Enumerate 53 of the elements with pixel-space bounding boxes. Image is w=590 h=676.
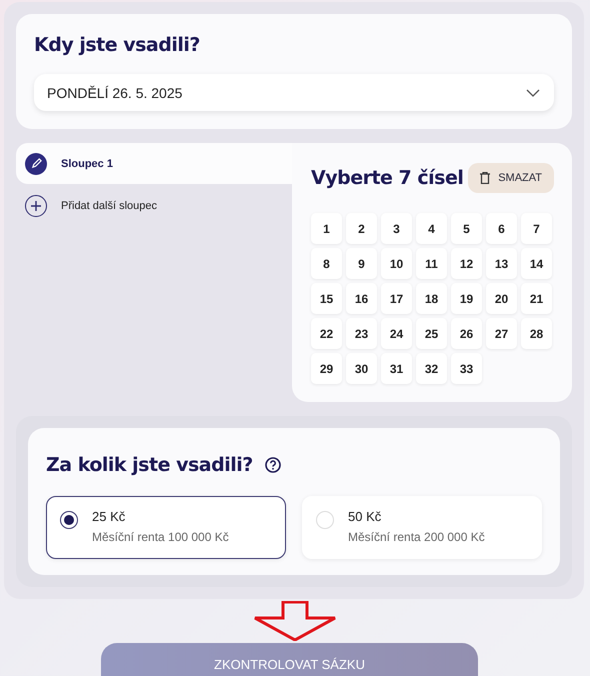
plus-icon <box>25 195 47 217</box>
section-title: Vyberte 7 čísel <box>311 167 464 189</box>
number-tile[interactable]: 32 <box>416 353 447 384</box>
number-tile[interactable]: 21 <box>521 283 552 314</box>
pencil-icon <box>25 152 47 174</box>
number-tile[interactable]: 33 <box>451 353 482 384</box>
stake-amount: 25 Kč <box>92 509 126 524</box>
arrow-down-icon <box>253 601 337 641</box>
number-tile[interactable]: 4 <box>416 213 447 244</box>
number-tile[interactable]: 12 <box>451 248 482 279</box>
number-tile[interactable]: 17 <box>381 283 412 314</box>
chevron-down-icon <box>526 88 540 96</box>
stake-option[interactable]: 50 Kč Měsíční renta 200 000 Kč <box>302 496 542 559</box>
date-select[interactable]: PONDĚLÍ 26. 5. 2025 <box>34 74 554 111</box>
section-title: Za kolik jste vsadili? <box>46 454 253 476</box>
number-tile[interactable]: 24 <box>381 318 412 349</box>
clear-button[interactable]: SMAZAT <box>468 163 554 193</box>
number-tile[interactable]: 14 <box>521 248 552 279</box>
add-column-button[interactable]: Přidat další sloupec <box>16 184 292 228</box>
radio-button[interactable] <box>60 511 78 529</box>
number-tile[interactable]: 1 <box>311 213 342 244</box>
number-tile[interactable]: 2 <box>346 213 377 244</box>
column-tab[interactable]: Sloupec 1 <box>16 143 292 184</box>
number-tile[interactable]: 30 <box>346 353 377 384</box>
stake-description: Měsíční renta 200 000 Kč <box>348 530 485 544</box>
stake-description: Měsíční renta 100 000 Kč <box>92 530 229 544</box>
number-tile[interactable]: 15 <box>311 283 342 314</box>
number-tile[interactable]: 31 <box>381 353 412 384</box>
number-tile[interactable]: 10 <box>381 248 412 279</box>
number-tile[interactable]: 9 <box>346 248 377 279</box>
number-tile[interactable]: 22 <box>311 318 342 349</box>
number-tile[interactable]: 8 <box>311 248 342 279</box>
number-tile[interactable]: 16 <box>346 283 377 314</box>
number-tile[interactable]: 26 <box>451 318 482 349</box>
stake-amount: 50 Kč <box>348 509 382 524</box>
number-tile[interactable]: 7 <box>521 213 552 244</box>
number-tile[interactable]: 3 <box>381 213 412 244</box>
number-tile[interactable]: 29 <box>311 353 342 384</box>
number-tile[interactable]: 18 <box>416 283 447 314</box>
section-title: Kdy jste vsadili? <box>34 34 201 56</box>
number-tile[interactable]: 20 <box>486 283 517 314</box>
help-icon[interactable] <box>264 457 281 473</box>
number-tile[interactable]: 13 <box>486 248 517 279</box>
number-tile[interactable]: 5 <box>451 213 482 244</box>
number-tile[interactable]: 23 <box>346 318 377 349</box>
number-tile[interactable]: 25 <box>416 318 447 349</box>
number-tile[interactable]: 19 <box>451 283 482 314</box>
number-tile[interactable]: 6 <box>486 213 517 244</box>
number-tile[interactable]: 28 <box>521 318 552 349</box>
number-tile[interactable]: 11 <box>416 248 447 279</box>
number-tile[interactable]: 27 <box>486 318 517 349</box>
stake-option[interactable]: 25 Kč Měsíční renta 100 000 Kč <box>46 496 286 559</box>
trash-icon <box>480 172 490 184</box>
